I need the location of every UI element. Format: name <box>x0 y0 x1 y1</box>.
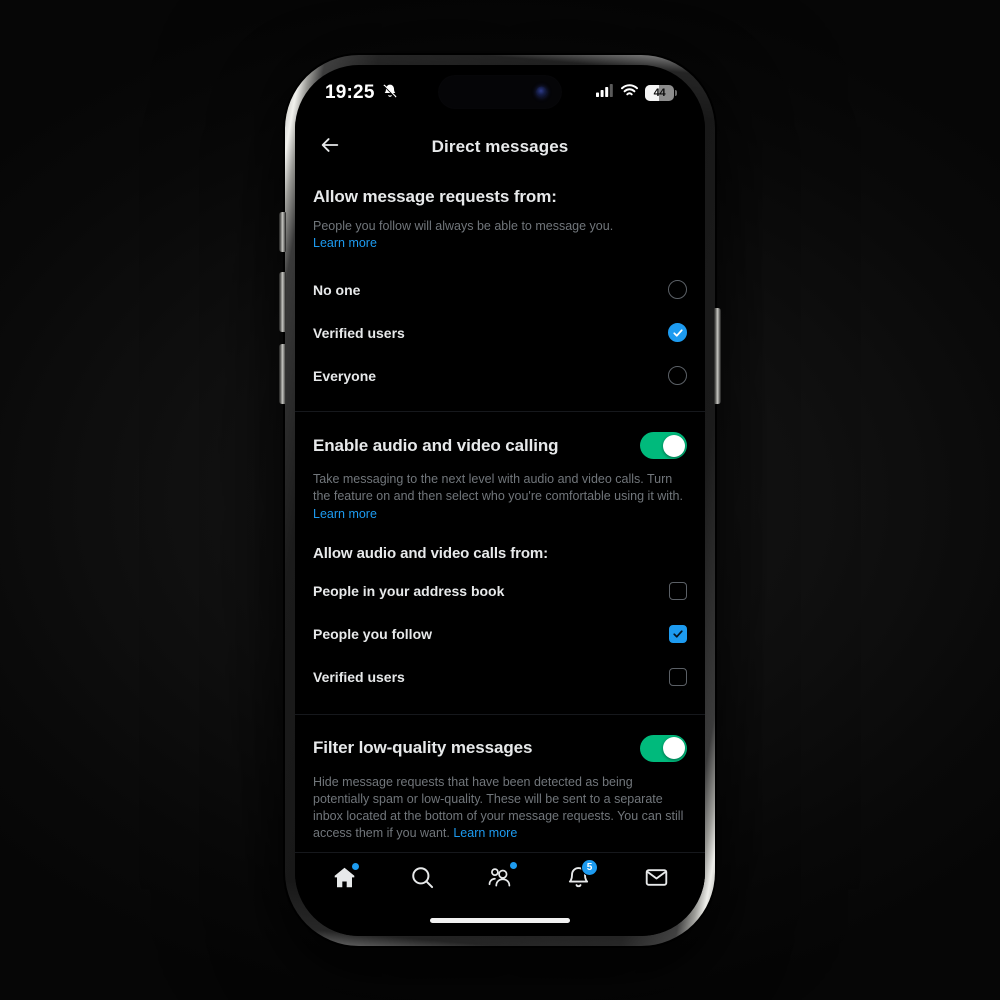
radio-row-everyone[interactable]: Everyone <box>313 354 687 397</box>
calling-learn-more-link[interactable]: Learn more <box>313 507 377 521</box>
phone-screen: 19:25 44 Direct messages Allow message r… <box>295 65 705 936</box>
back-button[interactable] <box>313 130 347 164</box>
checkbox-verified-users[interactable] <box>669 668 687 687</box>
message-requests-description-text: People you follow will always be able to… <box>313 219 614 233</box>
bell-slash-icon <box>382 83 398 104</box>
filter-learn-more-link[interactable]: Learn more <box>453 826 517 840</box>
volume-up-button[interactable] <box>279 272 286 332</box>
radio-label-verified-users: Verified users <box>313 324 405 341</box>
checkbox-row-people-you-follow[interactable]: People you follow <box>313 613 687 656</box>
radio-row-verified-users[interactable]: Verified users <box>313 311 687 354</box>
radio-everyone[interactable] <box>668 366 687 386</box>
filter-toggle-knob <box>662 737 685 760</box>
filter-title: Filter low-quality messages <box>313 738 533 758</box>
checkbox-label-people-you-follow: People you follow <box>313 626 433 643</box>
filter-toggle-row[interactable]: Filter low-quality messages <box>313 734 687 762</box>
battery-percent-text: 44 <box>653 87 666 99</box>
settings-content: Allow message requests from: People you … <box>295 173 705 888</box>
radio-verified-users[interactable] <box>668 323 687 343</box>
message-requests-learn-more-link[interactable]: Learn more <box>313 236 377 250</box>
section-filter-low-quality: Filter low-quality messages Hide message… <box>295 715 705 843</box>
status-bar-right: 44 <box>596 84 677 102</box>
section-audio-video-calling: Enable audio and video calling Take mess… <box>295 412 705 698</box>
screenshot-canvas: 19:25 44 Direct messages Allow message r… <box>0 0 1000 1000</box>
status-bar-left: 19:25 <box>325 82 398 104</box>
search-icon <box>410 865 435 895</box>
calling-title: Enable audio and video calling <box>313 435 559 455</box>
calling-toggle-knob <box>662 434 685 457</box>
arrow-left-icon <box>319 134 341 161</box>
checkbox-label-address-book: People in your address book <box>313 583 505 600</box>
communities-icon <box>487 865 514 895</box>
calling-subtitle: Allow audio and video calls from: <box>313 544 549 562</box>
nav-item-messages[interactable] <box>630 860 682 900</box>
filter-toggle[interactable] <box>640 734 687 762</box>
volume-down-button[interactable] <box>279 344 286 404</box>
communities-badge-dot <box>509 861 518 870</box>
action-button[interactable] <box>279 212 286 252</box>
battery-indicator: 44 <box>645 85 677 101</box>
radio-label-everyone: Everyone <box>313 367 377 384</box>
phone-frame: 19:25 44 Direct messages Allow message r… <box>285 55 715 946</box>
front-camera-icon <box>536 86 547 98</box>
radio-label-no-one: No one <box>313 281 361 298</box>
power-button[interactable] <box>714 308 721 404</box>
status-time: 19:25 <box>325 82 375 103</box>
wifi-icon <box>621 84 638 102</box>
dynamic-island <box>438 75 562 109</box>
bottom-navigation: 5 <box>295 852 705 936</box>
notifications-badge-count: 5 <box>581 859 598 876</box>
nav-item-search[interactable] <box>396 860 448 900</box>
calling-description: Take messaging to the next level with au… <box>313 471 687 522</box>
radio-no-one[interactable] <box>668 280 687 300</box>
message-requests-title: Allow message requests from: <box>313 187 557 206</box>
calling-toggle[interactable] <box>640 432 687 460</box>
checkbox-label-verified-users: Verified users <box>313 669 405 686</box>
calling-toggle-row[interactable]: Enable audio and video calling <box>313 432 687 460</box>
checkbox-row-verified-users[interactable]: Verified users <box>313 656 687 699</box>
message-requests-description: People you follow will always be able to… <box>313 218 687 252</box>
cellular-signal-icon <box>596 84 614 102</box>
home-badge-dot <box>351 862 360 871</box>
status-bar: 19:25 44 <box>295 65 705 121</box>
checkbox-people-you-follow[interactable] <box>669 625 687 644</box>
app-header: Direct messages <box>295 121 705 173</box>
nav-item-communities[interactable] <box>474 860 526 900</box>
checkbox-address-book[interactable] <box>669 582 687 601</box>
section-message-requests: Allow message requests from: People you … <box>295 173 705 397</box>
filter-description: Hide message requests that have been det… <box>313 774 687 843</box>
bottom-nav-bar: 5 <box>295 853 705 907</box>
home-indicator <box>430 918 570 923</box>
nav-item-home[interactable] <box>318 860 370 900</box>
radio-row-no-one[interactable]: No one <box>313 268 687 311</box>
nav-item-notifications[interactable]: 5 <box>552 859 604 900</box>
calling-description-text: Take messaging to the next level with au… <box>313 472 683 504</box>
envelope-icon <box>644 865 669 895</box>
battery-body: 44 <box>645 85 674 101</box>
checkbox-row-address-book[interactable]: People in your address book <box>313 570 687 613</box>
page-title: Direct messages <box>431 137 569 156</box>
battery-tip <box>675 90 677 96</box>
